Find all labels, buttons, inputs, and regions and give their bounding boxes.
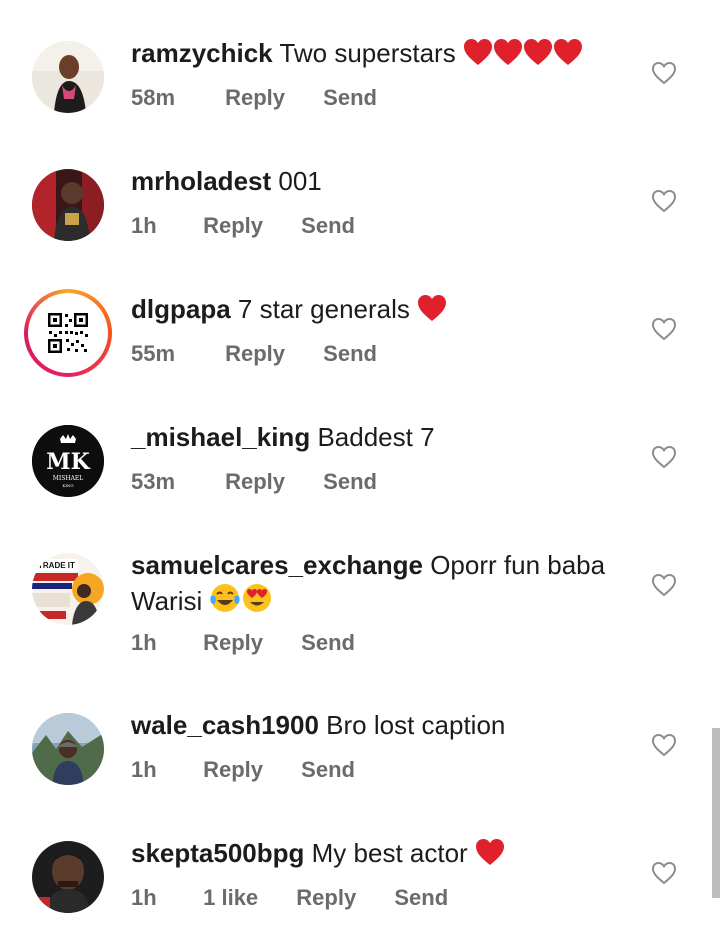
- likes-count[interactable]: 1 like: [203, 885, 258, 911]
- story-ring[interactable]: [24, 289, 112, 377]
- comment-text: Baddest 7: [317, 422, 435, 452]
- comment-text: 001: [278, 166, 322, 196]
- comment-username[interactable]: samuelcares_exchange: [131, 550, 423, 580]
- comment-username[interactable]: _mishael_king: [131, 422, 310, 452]
- like-heart-icon[interactable]: [651, 316, 677, 342]
- send-button[interactable]: Send: [301, 757, 355, 783]
- like-heart-icon[interactable]: [651, 60, 677, 86]
- comment-text: Bro lost caption: [326, 710, 506, 740]
- comment-username[interactable]: wale_cash1900: [131, 710, 319, 740]
- send-button[interactable]: Send: [323, 469, 377, 495]
- avatar[interactable]: [32, 713, 104, 785]
- reply-button[interactable]: Reply: [225, 469, 285, 495]
- comment-time: 53m: [131, 469, 176, 494]
- comment-username[interactable]: mrholadest: [131, 166, 271, 196]
- qr-code-icon: [32, 297, 104, 369]
- red-heart-icon: [553, 38, 583, 74]
- reply-button[interactable]: Reply: [203, 630, 263, 656]
- reply-button[interactable]: Reply: [203, 213, 263, 239]
- like-heart-icon[interactable]: [651, 860, 677, 886]
- comment-text: 7 star generals: [237, 294, 410, 324]
- comment-time: 58m: [131, 85, 176, 110]
- comment-time: 1h: [131, 630, 157, 655]
- comment-text: My best actor: [311, 838, 468, 868]
- avatar-text: TRADE IT: [38, 561, 75, 570]
- red-heart-icon: [523, 38, 553, 74]
- comment-time: 1h: [131, 885, 157, 910]
- send-button[interactable]: Send: [323, 341, 377, 367]
- comment-time: 1h: [131, 213, 157, 238]
- avatar-monogram: MK: [46, 449, 90, 475]
- comment-username[interactable]: dlgpapa: [131, 294, 231, 324]
- send-button[interactable]: Send: [323, 85, 377, 111]
- avatar[interactable]: MK MISHAEL KING: [32, 425, 104, 497]
- reply-button[interactable]: Reply: [296, 885, 356, 911]
- like-heart-icon[interactable]: [651, 188, 677, 214]
- send-button[interactable]: Send: [301, 630, 355, 656]
- red-heart-icon: [463, 38, 493, 74]
- avatar-text: KING: [62, 483, 73, 488]
- comment-time: 55m: [131, 341, 176, 366]
- send-button[interactable]: Send: [394, 885, 448, 911]
- red-heart-icon: [417, 294, 447, 330]
- like-heart-icon[interactable]: [651, 444, 677, 470]
- comment-time: 1h: [131, 757, 157, 782]
- comment-text: Warisi: [131, 586, 203, 616]
- comment-text: Two superstars: [279, 38, 456, 68]
- avatar-text: MISHAEL: [53, 475, 84, 482]
- comment-username[interactable]: skepta500bpg: [131, 838, 304, 868]
- avatar: [32, 297, 104, 369]
- scrollbar[interactable]: [712, 728, 720, 898]
- red-heart-icon: [493, 38, 523, 74]
- reply-button[interactable]: Reply: [225, 341, 285, 367]
- comment-text: Oporr fun baba: [430, 550, 606, 580]
- tears-of-joy-emoji-icon: [209, 582, 241, 622]
- avatar[interactable]: [32, 169, 104, 241]
- avatar[interactable]: TRADE IT: [32, 553, 104, 625]
- avatar[interactable]: [32, 841, 104, 913]
- comment-username[interactable]: ramzychick: [131, 38, 273, 68]
- avatar[interactable]: [32, 41, 104, 113]
- reply-button[interactable]: Reply: [225, 85, 285, 111]
- send-button[interactable]: Send: [301, 213, 355, 239]
- red-heart-icon: [475, 838, 505, 874]
- reply-button[interactable]: Reply: [203, 757, 263, 783]
- like-heart-icon[interactable]: [651, 732, 677, 758]
- heart-eyes-emoji-icon: [241, 582, 273, 622]
- like-heart-icon[interactable]: [651, 572, 677, 598]
